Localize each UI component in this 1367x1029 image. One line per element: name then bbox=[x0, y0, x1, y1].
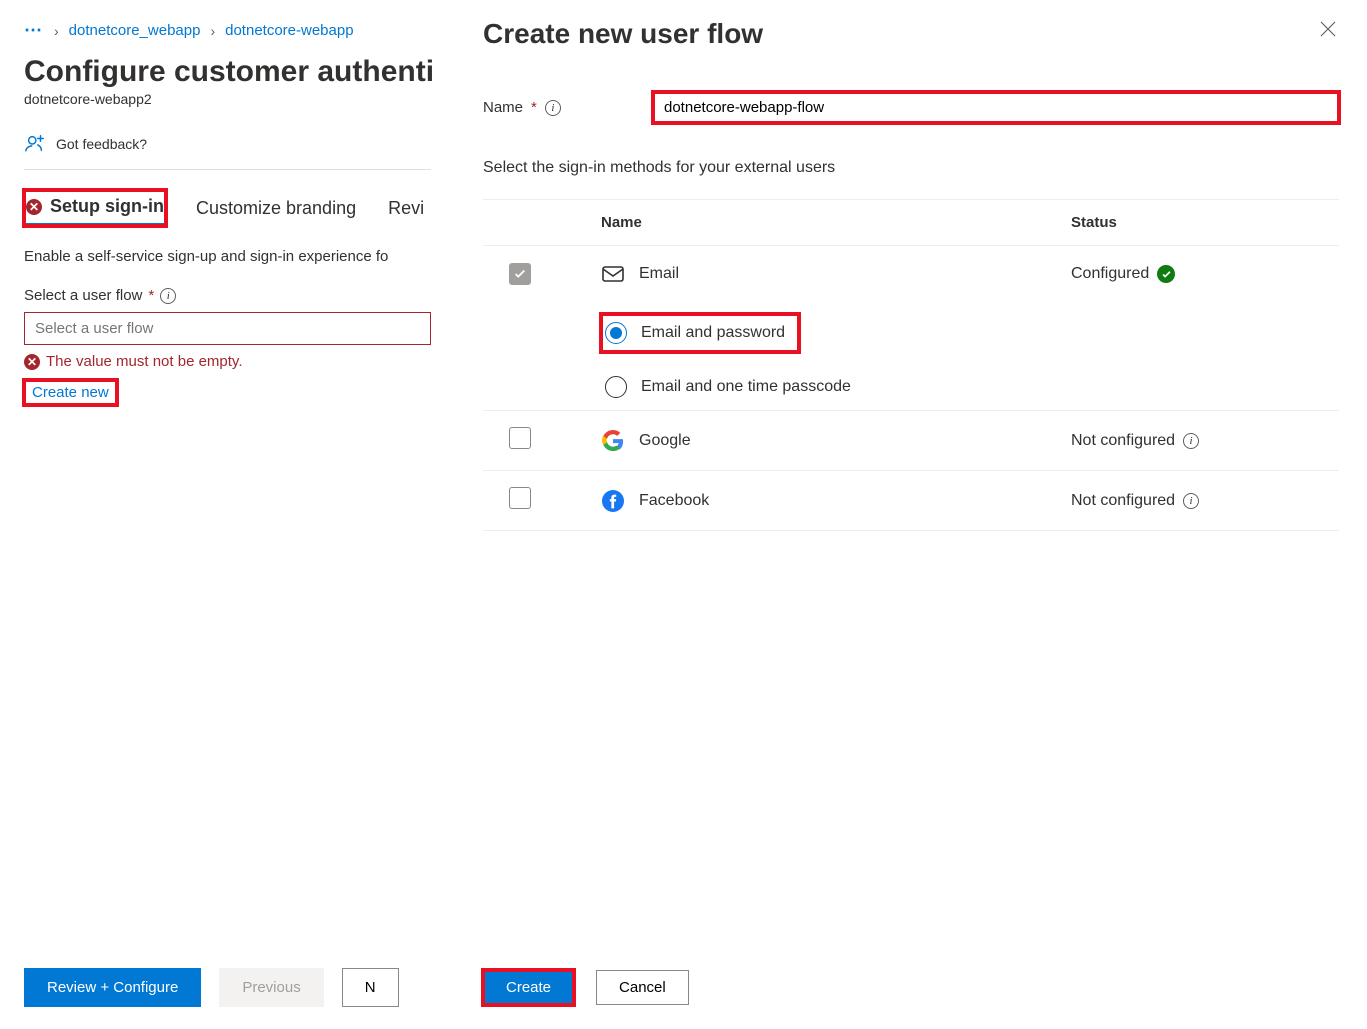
email-label: Email bbox=[639, 265, 679, 283]
facebook-label: Facebook bbox=[639, 492, 709, 510]
review-configure-button[interactable]: Review + Configure bbox=[24, 968, 201, 1007]
footer-buttons: Review + Configure Previous N bbox=[24, 968, 399, 1007]
previous-button: Previous bbox=[219, 968, 323, 1007]
cancel-button[interactable]: Cancel bbox=[596, 970, 689, 1005]
section-description: Enable a self-service sign-up and sign-i… bbox=[24, 248, 431, 265]
grid-header: Name Status bbox=[483, 200, 1339, 245]
feedback-link[interactable]: Got feedback? bbox=[24, 127, 431, 170]
tab-review[interactable]: Revi bbox=[386, 192, 426, 225]
google-icon bbox=[601, 429, 625, 453]
signin-method-email-password: Email and password bbox=[483, 302, 1339, 364]
panel-title: Create new user flow bbox=[483, 18, 763, 50]
feedback-icon bbox=[24, 133, 46, 155]
page-title: Configure customer authenti bbox=[24, 55, 431, 89]
checkbox-google[interactable] bbox=[509, 427, 531, 449]
google-status: Not configured bbox=[1071, 432, 1175, 450]
info-icon[interactable]: i bbox=[1183, 433, 1199, 449]
validation-error: ✕ The value must not be empty. bbox=[24, 353, 431, 370]
chevron-right-icon: › bbox=[210, 23, 215, 39]
error-icon: ✕ bbox=[26, 199, 42, 215]
radio-email-password[interactable] bbox=[605, 322, 627, 344]
tab-customize-branding[interactable]: Customize branding bbox=[194, 192, 358, 225]
google-label: Google bbox=[639, 432, 691, 450]
breadcrumb: ⋯ › dotnetcore_webapp › dotnetcore-webap… bbox=[24, 20, 431, 41]
signin-method-email-otp: Email and one time passcode bbox=[483, 364, 1339, 410]
facebook-status: Not configured bbox=[1071, 492, 1175, 510]
info-icon[interactable]: i bbox=[1183, 493, 1199, 509]
signin-method-facebook: Facebook Not configured i bbox=[483, 470, 1339, 531]
col-name: Name bbox=[601, 214, 1071, 231]
page-subtitle: dotnetcore-webapp2 bbox=[24, 91, 431, 107]
close-icon[interactable] bbox=[1317, 18, 1339, 40]
select-user-flow-dropdown[interactable]: Select a user flow bbox=[24, 312, 431, 345]
col-status: Status bbox=[1071, 214, 1331, 231]
error-icon: ✕ bbox=[24, 354, 40, 370]
signin-method-email: Email Configured bbox=[483, 245, 1339, 302]
breadcrumb-item-2[interactable]: dotnetcore-webapp bbox=[225, 22, 353, 39]
email-status: Configured bbox=[1071, 265, 1149, 283]
name-input[interactable] bbox=[653, 92, 1339, 123]
name-field-label: Name * i bbox=[483, 99, 643, 116]
create-user-flow-panel: Create new user flow Name * i Select the… bbox=[455, 0, 1367, 1029]
create-new-link[interactable]: Create new bbox=[24, 380, 117, 405]
email-otp-label: Email and one time passcode bbox=[641, 378, 851, 396]
radio-email-otp[interactable] bbox=[605, 376, 627, 398]
tab-setup-sign-in[interactable]: ✕ Setup sign-in bbox=[24, 190, 166, 226]
chevron-right-icon: › bbox=[54, 23, 59, 39]
error-text: The value must not be empty. bbox=[46, 353, 243, 370]
tabs: ✕ Setup sign-in Customize branding Revi bbox=[24, 190, 431, 226]
create-button[interactable]: Create bbox=[483, 970, 574, 1005]
checkbox-facebook[interactable] bbox=[509, 487, 531, 509]
email-password-label: Email and password bbox=[641, 324, 785, 342]
breadcrumb-ellipsis[interactable]: ⋯ bbox=[24, 20, 44, 41]
panel-footer: Create Cancel bbox=[483, 946, 1339, 1029]
facebook-icon bbox=[601, 489, 625, 513]
check-icon bbox=[1157, 265, 1175, 283]
tab-setup-label: Setup sign-in bbox=[50, 196, 164, 217]
instruction-text: Select the sign-in methods for your exte… bbox=[483, 159, 1339, 177]
next-button[interactable]: N bbox=[342, 968, 399, 1007]
feedback-label: Got feedback? bbox=[56, 136, 147, 152]
breadcrumb-item-1[interactable]: dotnetcore_webapp bbox=[69, 22, 201, 39]
info-icon[interactable]: i bbox=[160, 288, 176, 304]
checkbox-email[interactable] bbox=[509, 263, 531, 285]
info-icon[interactable]: i bbox=[545, 100, 561, 116]
email-icon bbox=[601, 262, 625, 286]
signin-method-google: Google Not configured i bbox=[483, 410, 1339, 470]
select-user-flow-label: Select a user flow * i bbox=[24, 287, 176, 304]
